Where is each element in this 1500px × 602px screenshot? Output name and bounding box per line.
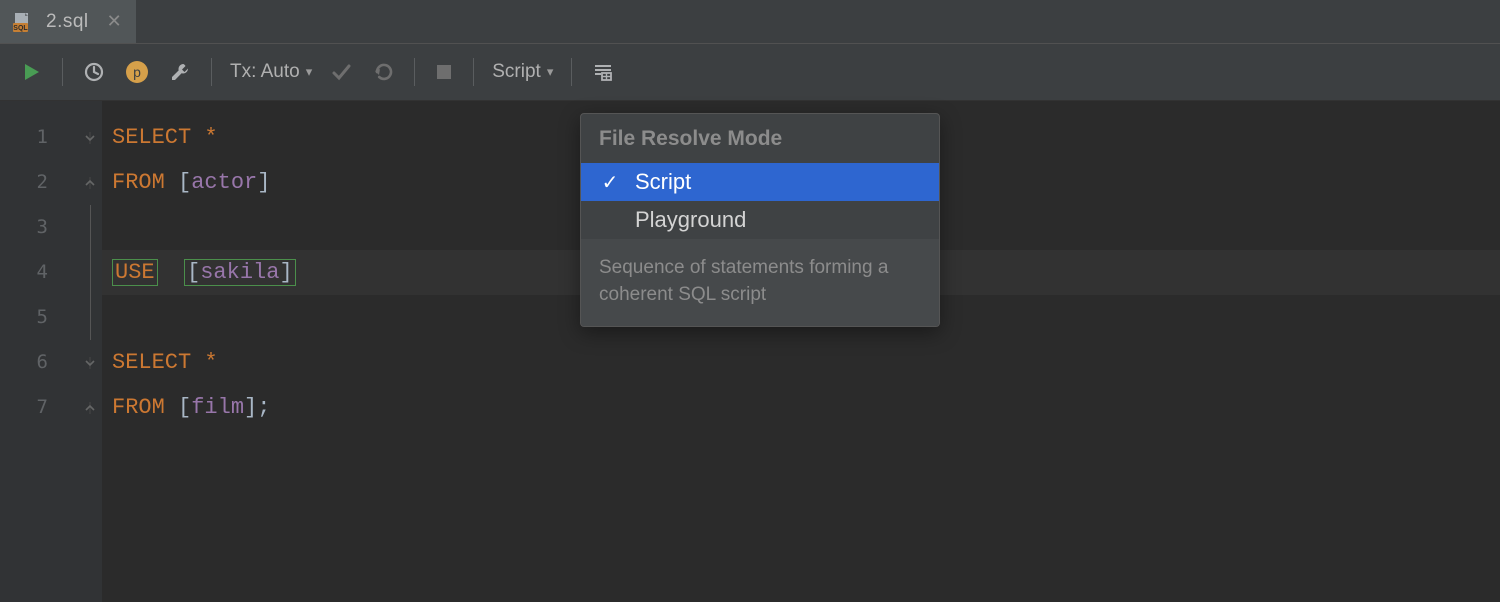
file-resolve-mode-popup: File Resolve Mode ✓ Script Playground Se… [580, 113, 940, 327]
svg-text:SQL: SQL [13, 25, 28, 32]
tab-bar: SQL 2.sql ✕ [0, 0, 1500, 44]
fold-handle-icon[interactable] [78, 115, 102, 160]
wrench-icon[interactable] [159, 44, 201, 101]
fold-gutter [78, 101, 102, 602]
popup-description: Sequence of statements forming a coheren… [581, 239, 939, 326]
popup-item-label: Playground [635, 207, 746, 233]
line-number-gutter: 1 2 3 4 5 6 7 [0, 101, 78, 602]
tx-mode-label: Tx: Auto [230, 61, 300, 83]
fold-handle-icon[interactable] [78, 385, 102, 430]
line-number: 7 [0, 385, 48, 430]
line-number: 3 [0, 205, 48, 250]
code-line: SELECT * [112, 340, 1500, 385]
chevron-down-icon: ▾ [306, 64, 313, 80]
commit-icon[interactable] [320, 44, 362, 101]
sql-file-icon: SQL [12, 11, 34, 33]
toolbar-divider [571, 58, 572, 86]
rollback-icon[interactable] [362, 44, 404, 101]
toolbar-divider [62, 58, 63, 86]
stop-icon[interactable] [425, 44, 463, 101]
history-icon[interactable] [73, 44, 115, 101]
file-tab-2sql[interactable]: SQL 2.sql ✕ [0, 0, 137, 43]
line-number: 2 [0, 160, 48, 205]
popup-title: File Resolve Mode [581, 114, 939, 163]
chevron-down-icon: ▾ [547, 64, 554, 80]
fold-handle-icon[interactable] [78, 160, 102, 205]
file-tab-label: 2.sql [46, 11, 89, 33]
run-button[interactable] [12, 44, 52, 101]
line-number: 6 [0, 340, 48, 385]
toolbar-divider [211, 58, 212, 86]
script-dropdown[interactable]: Script ▾ [484, 61, 561, 83]
popup-item-playground[interactable]: Playground [581, 201, 939, 239]
line-number: 5 [0, 295, 48, 340]
popup-item-label: Script [635, 169, 691, 195]
close-icon[interactable]: ✕ [107, 11, 122, 32]
fold-handle-icon[interactable] [78, 340, 102, 385]
code-line: FROM [film]; [112, 385, 1500, 430]
toolbar-divider [414, 58, 415, 86]
line-number: 1 [0, 115, 48, 160]
popup-item-script[interactable]: ✓ Script [581, 163, 939, 201]
svg-text:p: p [133, 64, 141, 80]
tx-mode-dropdown[interactable]: Tx: Auto ▾ [222, 61, 320, 83]
line-number: 4 [0, 250, 48, 295]
check-icon: ✓ [599, 170, 621, 195]
table-view-icon[interactable] [582, 44, 624, 101]
p-badge-icon[interactable]: p [115, 44, 159, 101]
toolbar: p Tx: Auto ▾ Script ▾ [0, 44, 1500, 101]
toolbar-divider [473, 58, 474, 86]
script-dropdown-label: Script [492, 61, 541, 83]
